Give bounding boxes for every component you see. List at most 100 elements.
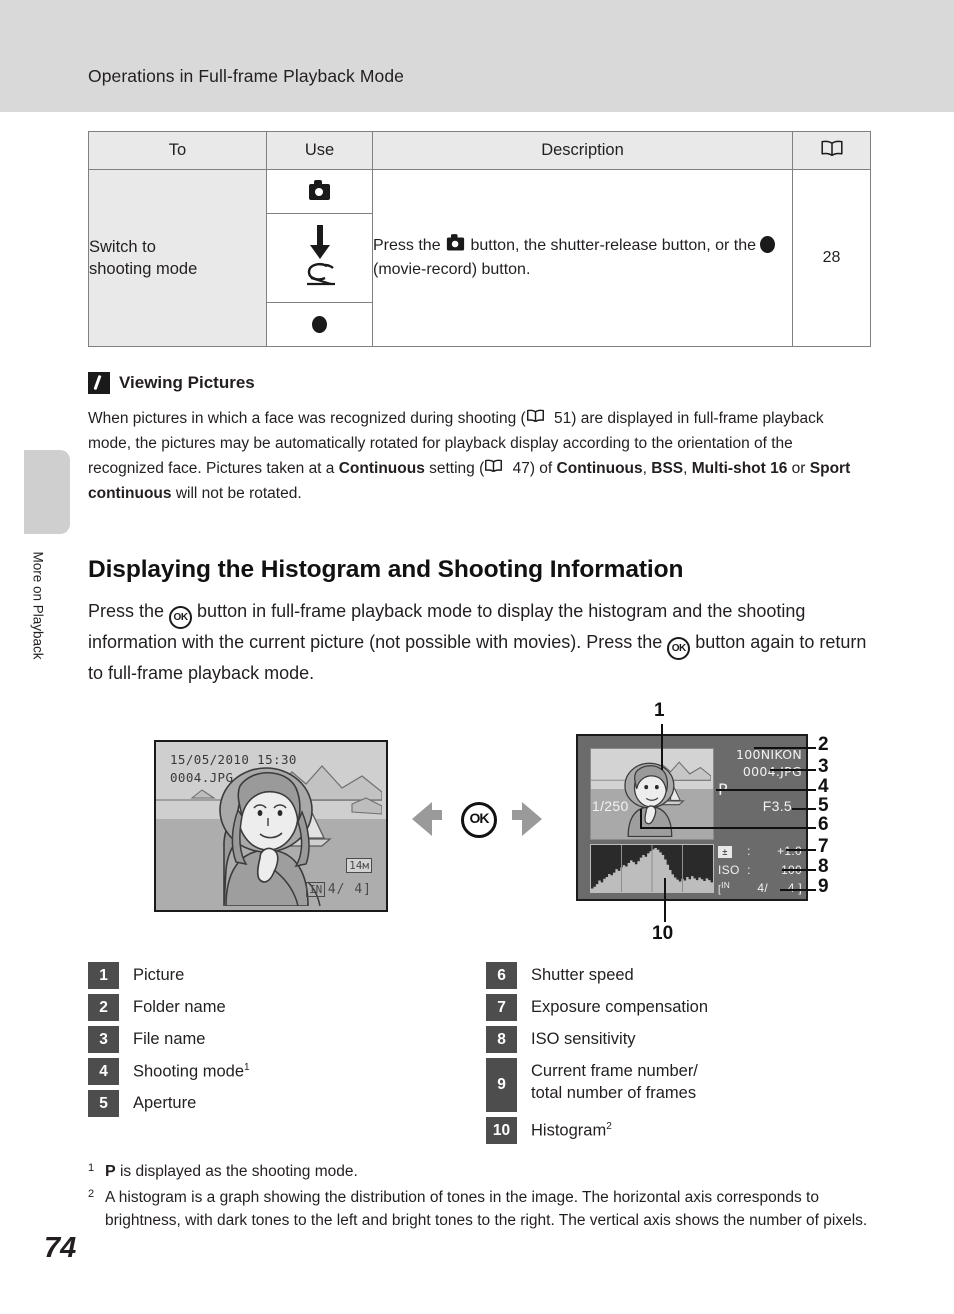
legend-label: Histogram2	[531, 1121, 612, 1140]
movie-record-dot-icon	[760, 236, 776, 253]
book-icon	[820, 140, 844, 157]
info-exposure-row: 1/250 F3.5	[586, 798, 802, 814]
footnote-text: P is displayed as the shooting mode.	[105, 1160, 358, 1184]
chapter-thumb-label: More on Playback	[30, 551, 46, 660]
legend-number-chip: 7	[486, 994, 517, 1021]
legend-label: ISO sensitivity	[531, 1030, 636, 1048]
osd-filename: 0004.JPG	[170, 770, 234, 785]
leader-line-8	[782, 869, 816, 871]
legend-number-chip: 4	[88, 1058, 119, 1085]
cell-reference-page: 28	[792, 169, 871, 347]
legend-number-chip: 1	[88, 962, 119, 989]
pencil-note-icon	[88, 372, 110, 394]
footnote-bold-p: P	[105, 1163, 116, 1180]
table-row: Switch to shooting mode Press the button…	[88, 169, 871, 347]
column-header-to: To	[88, 131, 267, 170]
legend-number-chip: 10	[486, 1117, 517, 1144]
book-icon	[484, 459, 508, 476]
camera-icon	[309, 179, 330, 200]
note-ref-51: 51	[554, 410, 572, 427]
book-icon	[526, 409, 550, 426]
legend-label: Shooting mode1	[133, 1062, 250, 1081]
left-arrow-tail	[430, 810, 442, 820]
footnote-2: 2 A histogram is a graph showing the dis…	[88, 1186, 878, 1233]
lcd-shooting-info: 100NIKON 0004.JPG P 1/250 F3.5 ± : +1.0 …	[576, 734, 808, 901]
legend-item-7: 7 Exposure compensation	[486, 994, 866, 1021]
callout-10: 10	[652, 923, 674, 944]
leader-line-9	[780, 889, 816, 891]
figure-histogram-display: 15/05/2010 15:30 0004.JPG 14м IN 4/ 4] O…	[0, 690, 954, 955]
note-viewing-pictures: Viewing Pictures When pictures in which …	[88, 372, 870, 506]
lcd-fullframe-playback: 15/05/2010 15:30 0004.JPG 14м IN 4/ 4]	[154, 740, 388, 912]
osd-frame-counter: 4/ 4]	[327, 882, 372, 897]
transition-controls: OK	[412, 798, 542, 840]
ok-button-icon[interactable]: OK	[461, 802, 497, 838]
legend-number-chip: 9	[486, 1058, 517, 1112]
info-colon: :	[747, 862, 751, 877]
info-iso-label: ISO	[718, 862, 740, 877]
osd-memory-badge: IN	[306, 882, 326, 897]
legend-label: Exposure compensation	[531, 998, 709, 1016]
legend-item-8: 8 ISO sensitivity	[486, 1026, 866, 1053]
info-frame-current: 4/	[757, 881, 768, 896]
cell-use	[266, 169, 373, 347]
footnote-body: is displayed as the shooting mode.	[115, 1163, 358, 1180]
legend-label: Aperture	[133, 1094, 197, 1112]
callout-9: 9	[818, 876, 829, 897]
callout-1: 1	[654, 700, 665, 721]
note-text-4: ) of	[529, 460, 557, 478]
note-bold-continuous: Continuous	[556, 460, 643, 478]
footnote-marker: 1	[88, 1162, 95, 1174]
note-text-5: ,	[642, 460, 652, 478]
section-paragraph: Press the OK button in full-frame playba…	[88, 598, 876, 688]
note-header: Viewing Pictures	[88, 372, 870, 394]
legend-number-chip: 5	[88, 1090, 119, 1117]
note-bold-bss: BSS	[651, 460, 684, 478]
footnote-text: A histogram is a graph showing the distr…	[105, 1189, 868, 1230]
note-text-1: When pictures in which a face was recogn…	[88, 410, 526, 427]
legend-item-5: 5 Aperture	[88, 1090, 458, 1117]
right-arrow-tail	[512, 810, 524, 820]
down-arrow-to-camera-icon	[306, 225, 335, 286]
info-ev-value: +1.0	[777, 844, 802, 858]
osd-date: 15/05/2010 15:30	[170, 752, 297, 767]
legend-footnote-marker: 2	[606, 1121, 612, 1132]
thumb-illustration	[591, 761, 711, 837]
right-arrow-icon	[522, 802, 542, 836]
note-body: When pictures in which a face was recogn…	[88, 406, 870, 506]
description-text-pre: Press the	[373, 237, 446, 254]
cell-to-line1: Switch to	[89, 237, 156, 256]
legend-number-chip: 8	[486, 1026, 517, 1053]
cell-to: Switch to shooting mode	[88, 169, 267, 347]
callout-8: 8	[818, 856, 829, 877]
legend-item-9: 9 Current frame number/total number of fr…	[486, 1058, 866, 1112]
note-bold-continuous-setting: Continuous	[338, 460, 425, 478]
description-text-post: (movie-record) button.	[373, 261, 531, 278]
legend-item-10: 10 Histogram2	[486, 1117, 866, 1144]
leader-line-6	[640, 827, 816, 829]
leader-line-1	[661, 724, 663, 770]
footnotes: 1 P is displayed as the shooting mode. 2…	[88, 1160, 878, 1235]
use-row-shutter-release	[267, 214, 372, 303]
section-heading: Displaying the Histogram and Shooting In…	[88, 556, 684, 583]
info-frame-memory: [IN	[718, 880, 731, 896]
footnote-marker: 2	[88, 1188, 95, 1200]
table-header-row: To Use Description	[88, 131, 871, 170]
leader-line-7	[786, 849, 816, 851]
note-text-8: will not be rotated.	[171, 485, 302, 503]
info-shutter-speed: 1/250	[592, 798, 629, 814]
legend-item-2: 2 Folder name	[88, 994, 458, 1021]
legend-label: File name	[133, 1030, 206, 1048]
left-arrow-icon	[412, 802, 432, 836]
legend-label: Current frame number/total number of fra…	[531, 1062, 698, 1102]
legend-column-left: 1 Picture 2 Folder name 3 File name 4 Shooting …	[88, 962, 458, 1122]
legend-item-4: 4 Shooting mode1	[88, 1058, 458, 1085]
section-text-1: Press the	[88, 601, 170, 621]
running-head-band	[0, 0, 954, 112]
running-head-title: Operations in Full-frame Playback Mode	[88, 66, 405, 86]
legend-item-3: 3 File name	[88, 1026, 458, 1053]
callout-3: 3	[818, 756, 829, 777]
legend-footnote-marker: 1	[244, 1062, 250, 1073]
note-text-3: setting (	[424, 460, 485, 478]
exposure-compensation-icon: ±	[718, 842, 744, 861]
